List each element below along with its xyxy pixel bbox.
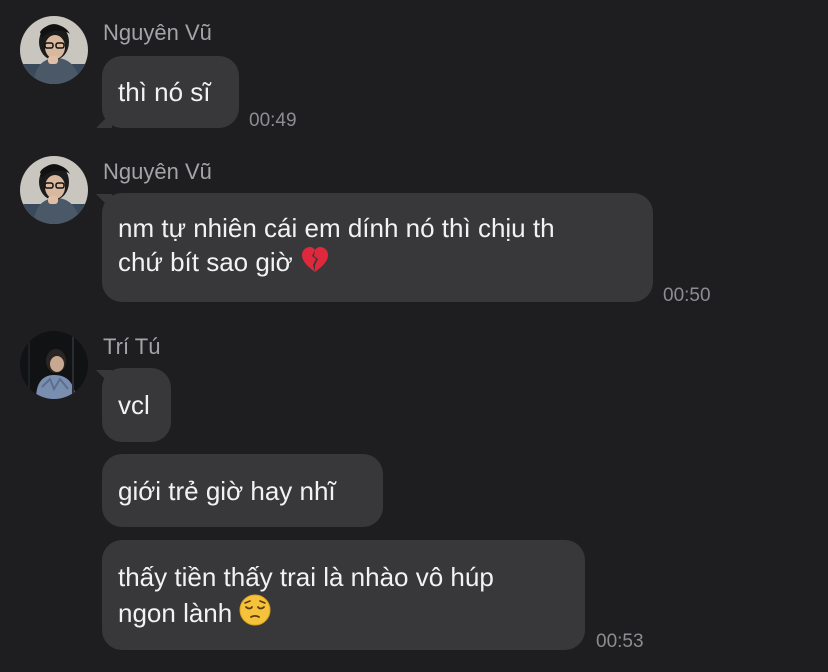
avatar-nguyen-vu[interactable]	[20, 16, 88, 84]
message-text-line-2: ngon lành	[118, 594, 569, 634]
message-bubble[interactable]: thì nó sĩ	[102, 56, 239, 128]
avatar-tri-tu[interactable]	[20, 331, 88, 399]
sender-name: Nguyên Vũ	[103, 20, 212, 45]
message-text: thì nó sĩ	[118, 77, 211, 107]
message-text: giới trẻ giờ hay nhĩ	[118, 476, 336, 506]
message-time: 00:49	[249, 110, 297, 131]
message-text: vcl	[118, 390, 150, 420]
avatar-photo	[20, 156, 88, 224]
message-bubble[interactable]: thấy tiền thấy trai là nhào vô húp ngon …	[102, 540, 585, 650]
avatar-photo	[20, 16, 88, 84]
message-bubble[interactable]: giới trẻ giờ hay nhĩ	[102, 454, 383, 527]
message-text: ngon lành	[118, 598, 233, 628]
sender-name: Nguyên Vũ	[103, 159, 212, 184]
broken-heart-icon	[300, 245, 330, 283]
avatar-nguyen-vu[interactable]	[20, 156, 88, 224]
avatar-photo	[20, 331, 88, 399]
message-text-line-2: chứ bít sao giờ	[118, 245, 637, 283]
message-time: 00:53	[596, 631, 644, 652]
message-bubble[interactable]: nm tự nhiên cái em dính nó thì chịu th c…	[102, 193, 653, 302]
message-bubble[interactable]: vcl	[102, 368, 171, 442]
sender-name: Trí Tú	[103, 334, 161, 359]
message-text-line-1: nm tự nhiên cái em dính nó thì chịu th	[118, 213, 555, 243]
chat-view: Nguyên Vũ thì nó sĩ 00:49 Nguyên Vũ nm t…	[0, 0, 828, 672]
pensive-face-icon	[239, 594, 271, 634]
message-time: 00:50	[663, 285, 711, 306]
message-text: chứ bít sao giờ	[118, 247, 293, 277]
message-text-line-1: thấy tiền thấy trai là nhào vô húp	[118, 562, 494, 592]
